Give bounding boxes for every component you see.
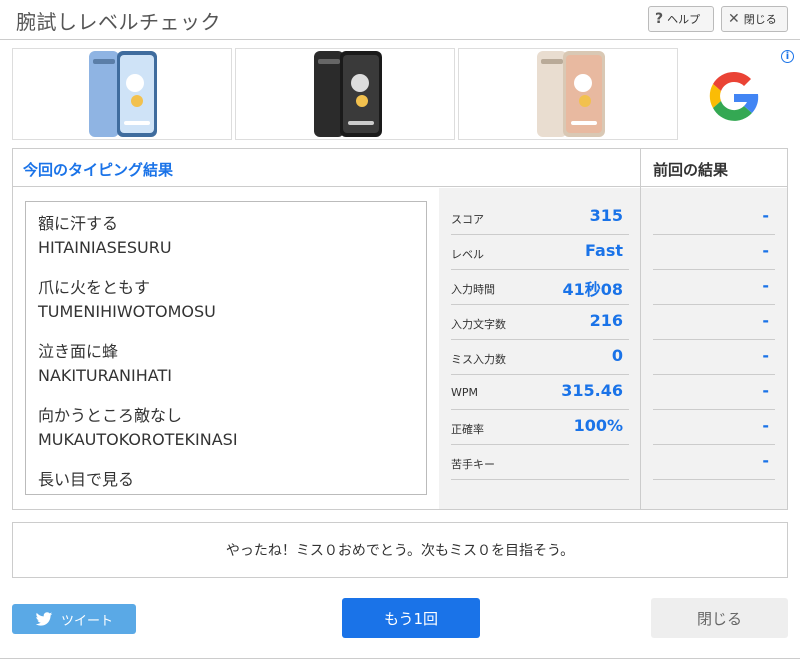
previous-stat-value: - <box>762 346 769 365</box>
phone-porcelain-image <box>537 51 605 137</box>
previous-results-title: 前回の結果 <box>653 161 729 179</box>
typed-romaji-line: HITAINIASESURU <box>38 238 172 257</box>
stat-value: 315 <box>589 206 623 225</box>
stat-label: ミス入力数 <box>451 353 506 366</box>
typed-jp-line: 泣き面に蜂 <box>38 342 119 361</box>
footer-close-button[interactable]: 閉じる <box>651 598 788 638</box>
stat-label: 入力文字数 <box>451 318 506 331</box>
help-button[interactable]: ? ヘルプ <box>648 6 714 32</box>
header-close-label: 閉じる <box>743 13 777 26</box>
typed-jp-line: 向かうところ敵なし <box>38 406 183 425</box>
previous-stat-row: - <box>653 340 775 375</box>
result-message: やったね！ミス０おめでとう。次もミス０を目指そう。 <box>12 522 788 578</box>
stat-value: Fast <box>585 241 623 260</box>
tweet-label: ツイート <box>60 613 113 629</box>
ad-banner[interactable]: i <box>12 48 800 140</box>
previous-stat-row: - <box>653 270 775 305</box>
ad-phone-card[interactable] <box>458 48 678 140</box>
current-stats: スコア 315 レベル Fast 入力時間 41秒08 入力文字数 216 ミス… <box>439 188 640 509</box>
stat-label: 正確率 <box>451 423 484 436</box>
stat-row-level: レベル Fast <box>451 235 629 270</box>
google-logo <box>709 71 759 121</box>
stat-row-chars: 入力文字数 216 <box>451 305 629 340</box>
previous-stat-row: - <box>653 410 775 445</box>
phone-black-image <box>314 51 382 137</box>
previous-stat-row: - <box>653 200 775 235</box>
bottom-divider <box>0 658 800 659</box>
typed-text-box[interactable]: 額に汗する HITAINIASESURU 爪に火をともす TUMENIHIWOT… <box>25 201 427 495</box>
stat-row-weak-keys: 苦手キー <box>451 445 629 480</box>
stat-row-score: スコア 315 <box>451 200 629 235</box>
previous-stat-value: - <box>762 311 769 330</box>
stat-label: 苦手キー <box>451 458 495 471</box>
previous-stat-value: - <box>762 381 769 400</box>
stat-row-misses: ミス入力数 0 <box>451 340 629 375</box>
retry-button[interactable]: もう1回 <box>342 598 480 638</box>
stat-row-time: 入力時間 41秒08 <box>451 270 629 305</box>
stat-label: 入力時間 <box>451 283 495 296</box>
previous-stat-value: - <box>762 241 769 260</box>
results-header: 今回のタイピング結果 前回の結果 <box>13 149 787 187</box>
stat-label: スコア <box>451 213 484 226</box>
previous-stat-value: - <box>762 206 769 225</box>
typed-jp-line: 長い目で見る <box>38 470 135 489</box>
typed-romaji-line: TUMENIHIWOTOMOSU <box>38 302 216 321</box>
stat-value: 0 <box>611 346 623 365</box>
typed-romaji-line: NAKITURANIHATI <box>38 366 172 385</box>
dialog-header: 腕試しレベルチェック ? ヘルプ ✕ 閉じる <box>0 0 800 40</box>
help-icon: ? <box>655 11 664 27</box>
previous-stat-value: - <box>762 416 769 435</box>
stat-value: 100% <box>573 416 623 435</box>
typed-romaji-line: MUKAUTOKOROTEKINASI <box>38 430 238 449</box>
previous-stat-row: - <box>653 235 775 270</box>
phone-blue-image <box>89 51 157 137</box>
previous-stat-value: - <box>762 276 769 295</box>
stat-value: 216 <box>589 311 623 330</box>
previous-stats: - - - - - - - - <box>641 188 787 509</box>
tweet-button[interactable]: ツイート <box>12 604 136 634</box>
stat-value: 315.46 <box>561 381 623 400</box>
typed-jp-line: 額に汗する <box>38 214 119 233</box>
previous-stat-value: - <box>762 451 769 470</box>
results-panel: 今回のタイピング結果 前回の結果 額に汗する HITAINIASESURU 爪に… <box>12 148 788 510</box>
previous-stat-row: - <box>653 375 775 410</box>
previous-stat-row: - <box>653 305 775 340</box>
stat-row-accuracy: 正確率 100% <box>451 410 629 445</box>
stat-label: レベル <box>451 248 484 261</box>
twitter-bird-icon <box>35 611 53 626</box>
typed-jp-line: 爪に火をともす <box>38 278 151 297</box>
previous-stat-row: - <box>653 445 775 480</box>
current-results-title: 今回のタイピング結果 <box>23 161 174 179</box>
header-close-button[interactable]: ✕ 閉じる <box>721 6 788 32</box>
help-label: ヘルプ <box>667 13 701 26</box>
dialog-title: 腕試しレベルチェック <box>16 10 221 34</box>
close-icon: ✕ <box>728 11 740 27</box>
ad-info-icon[interactable]: i <box>781 50 794 63</box>
stat-value: 41秒08 <box>562 280 623 299</box>
level-check-dialog: 腕試しレベルチェック ? ヘルプ ✕ 閉じる i 今回のタイピング結果 前回の結… <box>0 0 800 662</box>
stat-label: WPM <box>451 386 479 399</box>
stat-row-wpm: WPM 315.46 <box>451 375 629 410</box>
ad-phone-card[interactable] <box>235 48 455 140</box>
ad-phone-card[interactable] <box>12 48 232 140</box>
